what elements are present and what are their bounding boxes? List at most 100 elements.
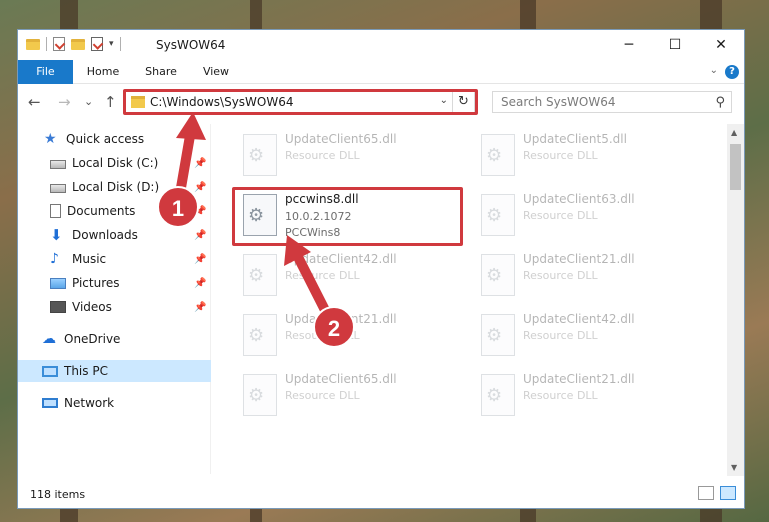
sidebar-item-label: OneDrive bbox=[64, 332, 121, 346]
file-description: Resource DLL bbox=[523, 149, 598, 162]
customize-icon[interactable] bbox=[91, 37, 103, 51]
file-description: Resource DLL bbox=[285, 149, 360, 162]
sidebar-item-label: Pictures bbox=[72, 276, 120, 290]
sidebar-item-music[interactable]: ♪ Music 📌 bbox=[18, 248, 211, 270]
up-button[interactable]: ↑ bbox=[104, 93, 117, 111]
pictures-icon bbox=[50, 277, 66, 289]
pin-icon[interactable]: 📌 bbox=[194, 254, 206, 265]
sidebar-item-label: Local Disk (D:) bbox=[72, 180, 160, 194]
chevron-down-icon[interactable]: ⌄ bbox=[710, 65, 718, 76]
file-name: UpdateClient42.dll bbox=[285, 252, 397, 266]
title-bar: ▾ SysWOW64 ─ ☐ ✕ bbox=[18, 30, 744, 60]
file-list: UpdateClient65.dll Resource DLL UpdateCl… bbox=[213, 124, 728, 474]
vertical-scrollbar[interactable]: ▲ ▼ bbox=[727, 124, 744, 476]
new-folder-icon[interactable] bbox=[71, 38, 85, 50]
tab-share[interactable]: Share bbox=[138, 60, 184, 84]
file-description: Resource DLL bbox=[285, 389, 360, 402]
search-icon[interactable]: ⚲ bbox=[715, 95, 725, 110]
dll-file-icon bbox=[481, 134, 515, 176]
sidebar-item-this-pc[interactable]: This PC bbox=[18, 360, 211, 382]
file-name: UpdateClient42.dll bbox=[523, 312, 635, 326]
dll-file-icon bbox=[243, 134, 277, 176]
back-button[interactable]: ← bbox=[28, 93, 41, 111]
file-tile[interactable]: UpdateClient42.dll Resource DLL bbox=[471, 310, 701, 366]
pin-icon[interactable]: 📌 bbox=[194, 158, 206, 169]
file-description: Resource DLL bbox=[285, 269, 360, 282]
file-highlight bbox=[232, 187, 463, 246]
file-tile[interactable]: UpdateClient21.dll Resource DLL bbox=[471, 250, 701, 306]
dll-file-icon bbox=[243, 314, 277, 356]
step-1-badge: 1 bbox=[157, 186, 199, 228]
file-description: Resource DLL bbox=[523, 389, 598, 402]
scroll-down-icon[interactable]: ▼ bbox=[731, 463, 737, 472]
sidebar-item-label: Local Disk (C:) bbox=[72, 156, 159, 170]
sidebar-item-label: Network bbox=[64, 396, 115, 410]
scroll-up-icon[interactable]: ▲ bbox=[731, 128, 737, 137]
pin-icon[interactable]: 📌 bbox=[194, 182, 206, 193]
sidebar-item-onedrive[interactable]: ☁ OneDrive bbox=[18, 328, 211, 350]
scrollbar-thumb[interactable] bbox=[730, 144, 741, 190]
details-view-icon[interactable] bbox=[698, 486, 714, 500]
pin-icon[interactable]: 📌 bbox=[194, 230, 206, 241]
forward-button[interactable]: → bbox=[58, 93, 71, 111]
dll-file-icon bbox=[481, 374, 515, 416]
music-icon: ♪ bbox=[50, 251, 59, 267]
item-count: 118 items bbox=[30, 488, 86, 501]
sidebar-item-label: Videos bbox=[72, 300, 112, 314]
ribbon-tabs: File Home Share View ⌄ ? bbox=[18, 60, 744, 84]
file-tile[interactable]: UpdateClient5.dll Resource DLL bbox=[471, 130, 701, 186]
status-bar: 118 items bbox=[18, 480, 744, 508]
toolbar-divider bbox=[119, 37, 121, 51]
sidebar-item-label: Quick access bbox=[66, 132, 145, 146]
file-name: UpdateClient65.dll bbox=[285, 132, 397, 146]
quick-access-toolbar: ▾ bbox=[26, 37, 121, 51]
folder-icon bbox=[26, 38, 40, 50]
tab-home[interactable]: Home bbox=[80, 60, 126, 84]
sidebar-item-label: This PC bbox=[64, 364, 108, 378]
minimize-button[interactable]: ─ bbox=[606, 30, 652, 60]
file-tile[interactable]: UpdateClient63.dll Resource DLL bbox=[471, 190, 701, 246]
dll-file-icon bbox=[243, 254, 277, 296]
file-name: UpdateClient65.dll bbox=[285, 372, 397, 386]
file-explorer-window: ▾ SysWOW64 ─ ☐ ✕ File Home Share View ⌄ … bbox=[17, 29, 745, 509]
dll-file-icon bbox=[481, 254, 515, 296]
sidebar-item-label: Downloads bbox=[72, 228, 138, 242]
file-description: Resource DLL bbox=[523, 329, 598, 342]
network-icon bbox=[42, 398, 58, 408]
sidebar-item-local-disk-c[interactable]: Local Disk (C:) 📌 bbox=[18, 152, 211, 174]
sidebar-item-label: Documents bbox=[67, 204, 136, 218]
maximize-button[interactable]: ☐ bbox=[652, 30, 698, 60]
file-tile[interactable]: UpdateClient65.dll Resource DLL bbox=[233, 370, 463, 426]
drive-icon bbox=[50, 160, 66, 169]
sidebar-item-pictures[interactable]: Pictures 📌 bbox=[18, 272, 211, 294]
sidebar-item-videos[interactable]: Videos 📌 bbox=[18, 296, 211, 318]
tiles-view-icon[interactable] bbox=[720, 486, 736, 500]
file-name: UpdateClient21.dll bbox=[523, 372, 635, 386]
dll-file-icon bbox=[243, 374, 277, 416]
pin-icon[interactable]: 📌 bbox=[194, 278, 206, 289]
properties-icon[interactable] bbox=[53, 37, 65, 51]
document-icon bbox=[50, 204, 61, 218]
file-tile[interactable]: UpdateClient21.dll Resource DLL bbox=[471, 370, 701, 426]
search-input[interactable]: Search SysWOW64 ⚲ bbox=[492, 91, 732, 113]
chevron-down-icon[interactable]: ▾ bbox=[109, 39, 114, 49]
file-tile[interactable]: UpdateClient42.dll Resource DLL bbox=[233, 250, 463, 306]
navigation-pane: ★ Quick access Local Disk (C:) 📌 Local D… bbox=[18, 124, 211, 474]
file-name: UpdateClient63.dll bbox=[523, 192, 635, 206]
computer-icon bbox=[42, 365, 58, 377]
sidebar-item-quick-access[interactable]: ★ Quick access bbox=[18, 128, 211, 150]
cloud-icon: ☁ bbox=[42, 331, 56, 347]
file-description: Resource DLL bbox=[523, 269, 598, 282]
close-button[interactable]: ✕ bbox=[698, 30, 744, 60]
tab-file[interactable]: File bbox=[18, 60, 73, 84]
file-description: Resource DLL bbox=[523, 209, 598, 222]
file-tile[interactable]: UpdateClient65.dll Resource DLL bbox=[233, 130, 463, 186]
recent-locations-button[interactable]: ⌄ bbox=[84, 95, 93, 108]
step-2-badge: 2 bbox=[313, 306, 355, 348]
download-icon: ⬇ bbox=[50, 226, 63, 244]
pin-icon[interactable]: 📌 bbox=[194, 302, 206, 313]
file-name: UpdateClient21.dll bbox=[523, 252, 635, 266]
help-button[interactable]: ? bbox=[725, 65, 739, 79]
tab-view[interactable]: View bbox=[194, 60, 238, 84]
sidebar-item-network[interactable]: Network bbox=[18, 392, 211, 414]
